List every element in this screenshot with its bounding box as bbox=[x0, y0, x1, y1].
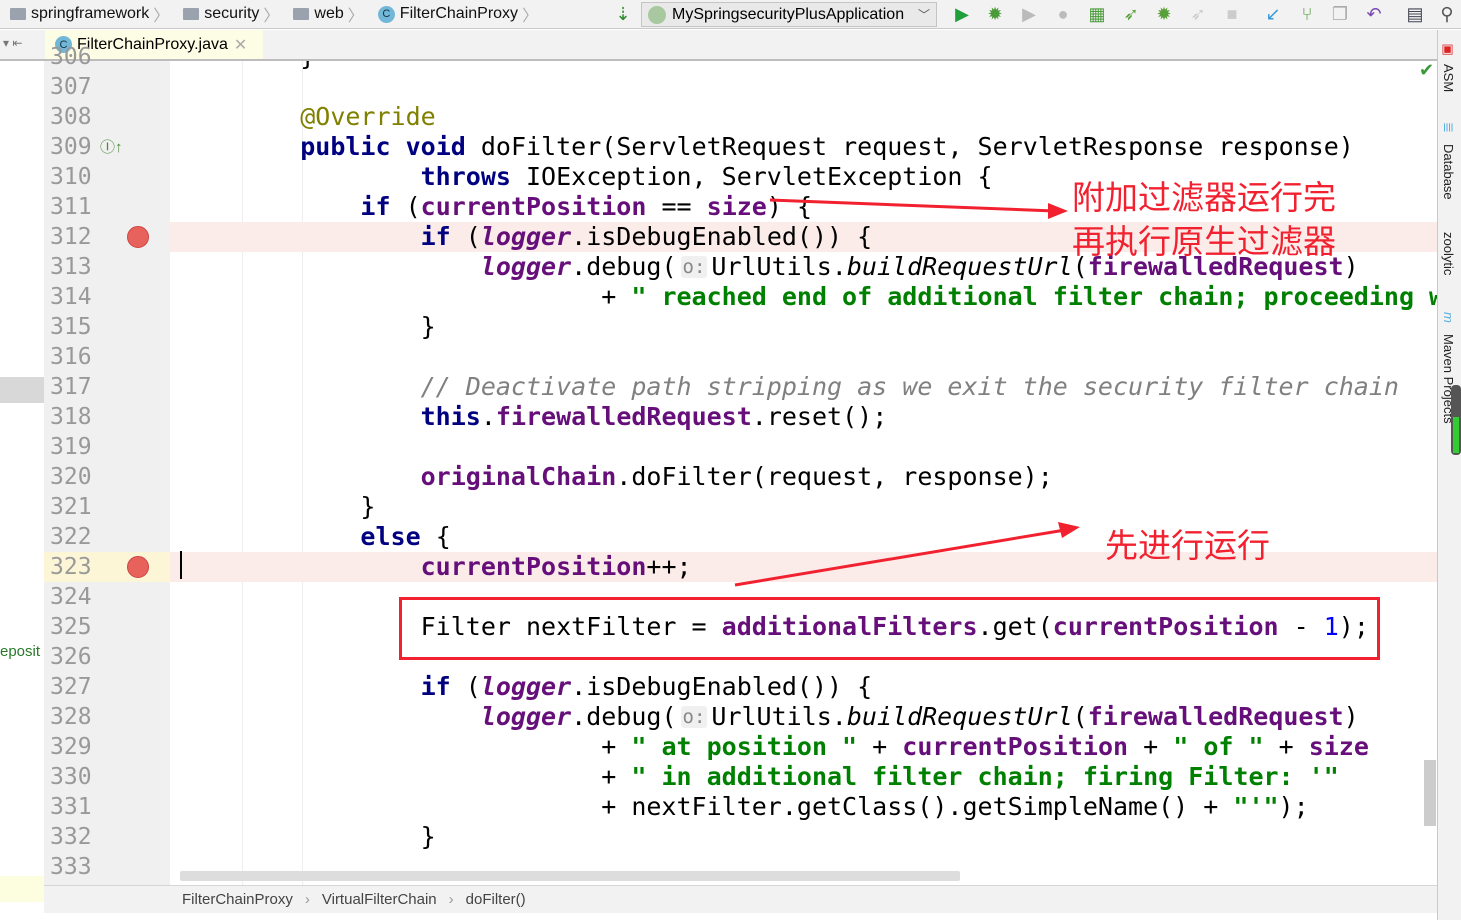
right-tool-strip: ▣ ASM ≣ Database zoolytic m Maven Projec… bbox=[1437, 30, 1461, 920]
annotation-top-line1: 附加过滤器运行完 bbox=[1072, 178, 1336, 217]
tool-zoolytic[interactable]: zoolytic bbox=[1441, 232, 1456, 275]
arrowhead-top bbox=[1048, 203, 1068, 219]
crumb-method[interactable]: doFilter() bbox=[466, 891, 526, 908]
horizontal-scrollbar[interactable] bbox=[180, 871, 960, 881]
arrow-top bbox=[769, 198, 1056, 213]
tool-asm[interactable]: ASM bbox=[1441, 64, 1456, 92]
maven-icon: m bbox=[1441, 312, 1456, 323]
annotation-arrows bbox=[734, 198, 1080, 587]
annotation-top-line2: 再执行原生过滤器 bbox=[1072, 222, 1336, 261]
vertical-scrollbar[interactable] bbox=[1424, 760, 1436, 826]
tool-database[interactable]: Database bbox=[1441, 144, 1456, 200]
arrowhead-bottom bbox=[1058, 522, 1080, 538]
crumb-class[interactable]: FilterChainProxy bbox=[182, 891, 293, 908]
check-icon: ✔ bbox=[1419, 60, 1435, 80]
crumb-inner-class[interactable]: VirtualFilterChain bbox=[322, 891, 437, 908]
memory-indicator bbox=[1451, 385, 1461, 455]
database-icon: ≣ bbox=[1441, 122, 1456, 133]
asm-icon: ▣ bbox=[1441, 42, 1456, 57]
annotation-bottom: 先进行运行 bbox=[1105, 526, 1270, 565]
structure-breadcrumb: FilterChainProxy › VirtualFilterChain › do… bbox=[44, 885, 1437, 913]
arrow-bottom bbox=[734, 528, 1066, 587]
